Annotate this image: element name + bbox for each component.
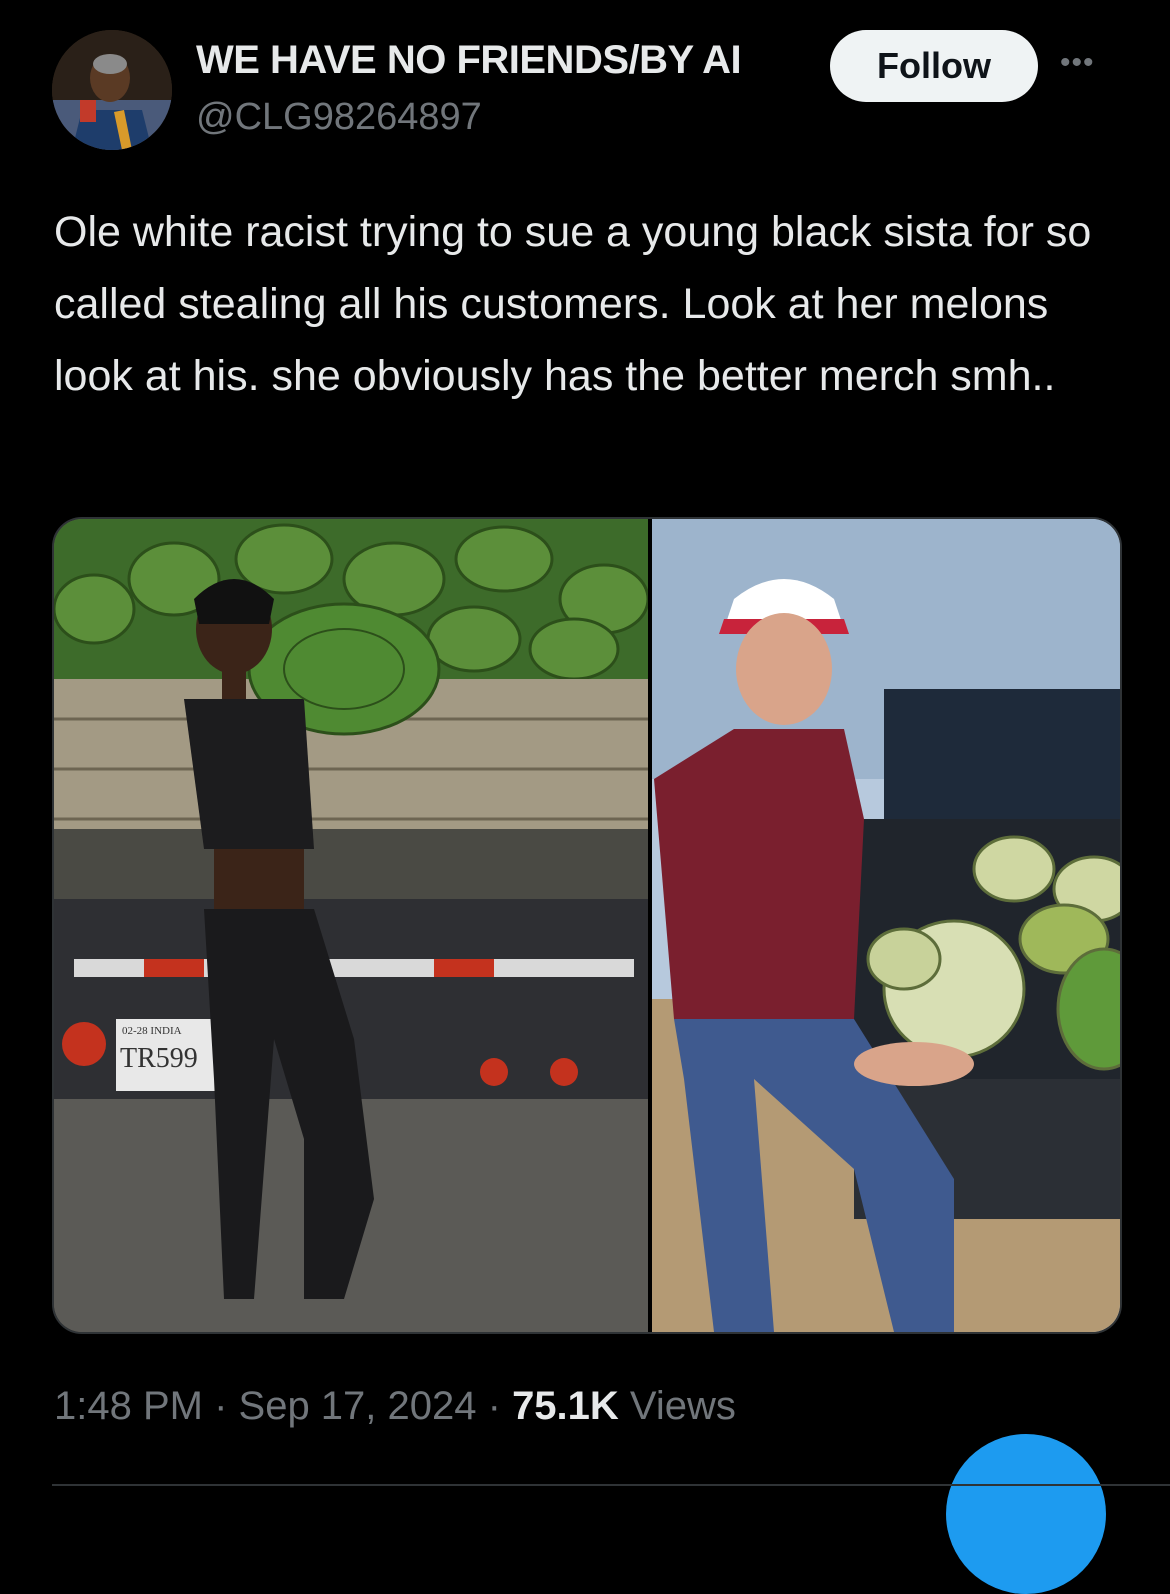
tweet-date[interactable]: Sep 17, 2024	[239, 1384, 477, 1428]
plate-line1: 02-28 INDIA	[122, 1025, 182, 1037]
left-photo: 02-28 INDIA TR599	[54, 519, 650, 1332]
more-options-icon[interactable]: •••	[1060, 46, 1095, 80]
views-label: Views	[618, 1384, 736, 1428]
right-photo	[652, 519, 1120, 1332]
plate-number: TR599	[120, 1043, 198, 1074]
tweet-time[interactable]: 1:48 PM	[54, 1384, 203, 1428]
views-count: 75.1K	[512, 1384, 619, 1428]
profile-photo-icon	[52, 30, 172, 150]
follow-button[interactable]: Follow	[830, 30, 1038, 102]
avatar[interactable]	[52, 30, 172, 150]
meta-separator: ·	[202, 1384, 239, 1428]
compose-button[interactable]	[946, 1434, 1106, 1594]
meta-separator: ·	[476, 1384, 513, 1428]
tweet-media[interactable]: 02-28 INDIA TR599	[52, 517, 1122, 1334]
tweet-text: Ole white racist trying to sue a young b…	[54, 208, 1092, 400]
author-display-name[interactable]: WE HAVE NO FRIENDS/BY AI	[196, 38, 742, 83]
divider	[52, 1484, 1170, 1486]
tweet-meta: 1:48 PM · Sep 17, 2024 · 75.1K Views	[54, 1384, 736, 1429]
author-handle[interactable]: @CLG98264897	[196, 96, 482, 139]
